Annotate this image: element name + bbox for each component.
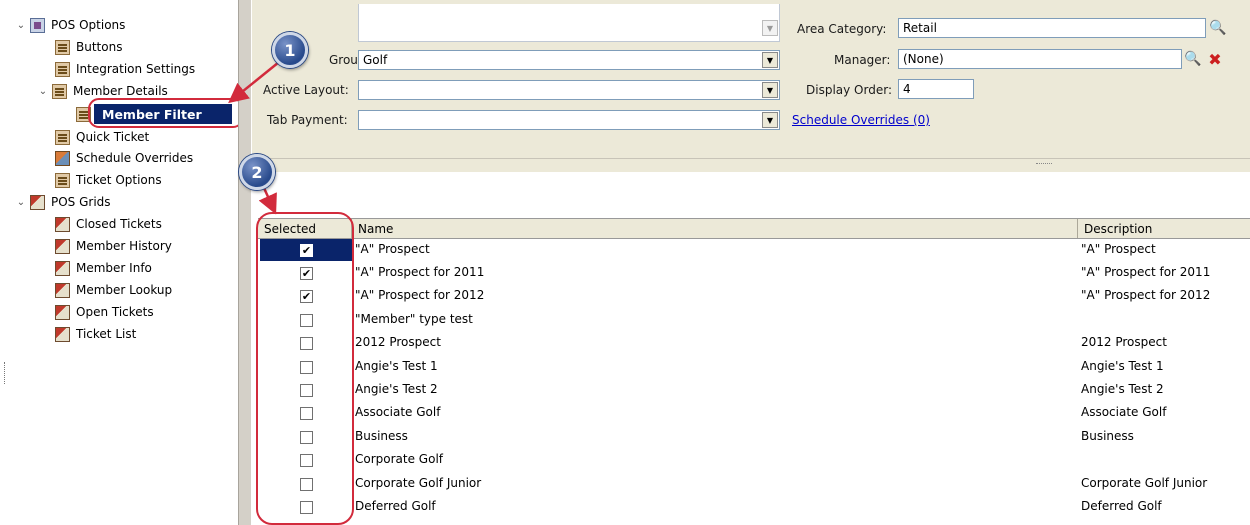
navigation-tree: ⌄ POS Options Buttons Integration Settin… (0, 0, 238, 525)
tree-node-integration-settings[interactable]: Integration Settings (55, 59, 195, 79)
splitter-grip[interactable] (1036, 163, 1052, 166)
tree-node-member-lookup[interactable]: Member Lookup (55, 280, 172, 300)
grid-icon (30, 194, 45, 210)
name-cell: "A" Prospect (355, 242, 430, 256)
name-cell: "A" Prospect for 2011 (355, 265, 485, 279)
grid-icon (55, 238, 70, 254)
horizontal-splitter[interactable] (252, 158, 1250, 172)
grid-header: Selected Name Description (258, 218, 1250, 239)
grid-icon (55, 260, 70, 276)
highlight-ring-selected-column (256, 212, 354, 525)
tree-node-member-info[interactable]: Member Info (55, 258, 152, 278)
vertical-splitter[interactable] (238, 0, 252, 525)
expand-chevron-icon[interactable]: ⌄ (38, 86, 48, 97)
description-cell: Angie's Test 2 (1081, 382, 1164, 396)
grid-icon (55, 326, 70, 342)
tree-node-pos-options[interactable]: ⌄ POS Options (16, 15, 125, 35)
table-row[interactable]: ✔ "A" Prospect "A" Prospect (258, 239, 1250, 262)
highlight-ring-member-filter (88, 98, 244, 128)
display-order-label: Display Order: (806, 83, 892, 97)
grid-icon (55, 282, 70, 298)
tree-node-pos-grids[interactable]: ⌄ POS Grids (16, 192, 111, 212)
manager-field[interactable]: (None) (898, 49, 1182, 69)
top-combo-partial[interactable]: ▼ (358, 4, 780, 42)
description-cell: Deferred Golf (1081, 499, 1162, 513)
search-icon[interactable]: 🔍 (1183, 49, 1203, 69)
active-layout-label: Active Layout: (263, 83, 349, 97)
name-cell: "A" Prospect for 2012 (355, 288, 485, 302)
description-cell: "A" Prospect for 2012 (1081, 288, 1211, 302)
grid-icon (55, 304, 70, 320)
table-row[interactable]: ✔ "A" Prospect for 2011 "A" Prospect for… (258, 262, 1250, 285)
dropdown-arrow-icon[interactable]: ▼ (762, 20, 778, 36)
settings-page-icon (52, 83, 67, 99)
schedule-icon (55, 150, 70, 166)
name-cell: 2012 Prospect (355, 335, 441, 349)
description-cell: Angie's Test 1 (1081, 359, 1164, 373)
settings-page-icon (55, 39, 70, 55)
callout-badge-2: 2 (239, 154, 275, 190)
display-order-field[interactable]: 4 (898, 79, 974, 99)
splitter-grip[interactable] (4, 362, 9, 384)
area-category-label: Area Category: (797, 22, 887, 36)
table-row[interactable]: Angie's Test 1 Angie's Test 1 (258, 356, 1250, 379)
name-cell: Angie's Test 2 (355, 382, 438, 396)
dropdown-arrow-icon[interactable]: ▼ (762, 82, 778, 98)
tree-node-ticket-list[interactable]: Ticket List (55, 324, 136, 344)
table-row[interactable]: Deferred Golf Deferred Golf (258, 496, 1250, 519)
grid-icon (55, 216, 70, 232)
name-cell: Associate Golf (355, 405, 441, 419)
description-cell: "A" Prospect for 2011 (1081, 265, 1211, 279)
dropdown-arrow-icon[interactable]: ▼ (762, 112, 778, 128)
description-cell: "A" Prospect (1081, 242, 1156, 256)
schedule-overrides-link[interactable]: Schedule Overrides (0) (792, 113, 930, 127)
table-row[interactable]: 2012 Prospect 2012 Prospect (258, 332, 1250, 355)
name-cell: Corporate Golf (355, 452, 444, 466)
expand-chevron-icon[interactable]: ⌄ (16, 20, 26, 31)
tree-node-schedule-overrides[interactable]: Schedule Overrides (55, 148, 193, 168)
column-header-description[interactable]: Description (1078, 219, 1250, 238)
name-cell: "Member" type test (355, 312, 473, 326)
tree-node-quick-ticket[interactable]: Quick Ticket (55, 127, 149, 147)
settings-page-icon (55, 129, 70, 145)
name-cell: Business (355, 429, 408, 443)
tree-node-ticket-options[interactable]: Ticket Options (55, 170, 162, 190)
table-row[interactable]: Associate Golf Associate Golf (258, 402, 1250, 425)
settings-page-icon (55, 61, 70, 77)
area-category-field[interactable]: Retail (898, 18, 1206, 38)
table-row[interactable]: Business Business (258, 426, 1250, 449)
table-row[interactable]: Corporate Golf Junior Corporate Golf Jun… (258, 473, 1250, 496)
dropdown-arrow-icon[interactable]: ▼ (762, 52, 778, 68)
description-cell: Associate Golf (1081, 405, 1167, 419)
expand-chevron-icon[interactable]: ⌄ (16, 197, 26, 208)
search-icon[interactable]: 🔍 (1208, 18, 1228, 38)
name-cell: Angie's Test 1 (355, 359, 438, 373)
manager-label: Manager: (834, 53, 891, 67)
table-row[interactable]: ✔ "A" Prospect for 2012 "A" Prospect for… (258, 285, 1250, 308)
table-row[interactable]: Corporate Golf (258, 449, 1250, 472)
settings-page-icon (55, 172, 70, 188)
tree-node-buttons[interactable]: Buttons (55, 37, 122, 57)
name-cell: Corporate Golf Junior (355, 476, 482, 490)
tree-node-member-history[interactable]: Member History (55, 236, 172, 256)
callout-badge-1: 1 (272, 32, 308, 68)
description-cell: 2012 Prospect (1081, 335, 1167, 349)
table-row[interactable]: Angie's Test 2 Angie's Test 2 (258, 379, 1250, 402)
tab-payment-select[interactable]: ▼ (358, 110, 780, 130)
tree-node-closed-tickets[interactable]: Closed Tickets (55, 214, 162, 234)
tab-payment-label: Tab Payment: (267, 113, 348, 127)
active-layout-select[interactable]: ▼ (358, 80, 780, 100)
clear-icon[interactable]: ✖ (1205, 49, 1225, 69)
description-cell: Corporate Golf Junior (1081, 476, 1208, 490)
category-icon (30, 17, 45, 33)
tree-node-open-tickets[interactable]: Open Tickets (55, 302, 154, 322)
group-select[interactable]: Golf ▼ (358, 50, 780, 70)
description-cell: Business (1081, 429, 1134, 443)
table-row[interactable]: "Member" type test (258, 309, 1250, 332)
name-cell: Deferred Golf (355, 499, 436, 513)
column-header-name[interactable]: Name (352, 219, 1078, 238)
